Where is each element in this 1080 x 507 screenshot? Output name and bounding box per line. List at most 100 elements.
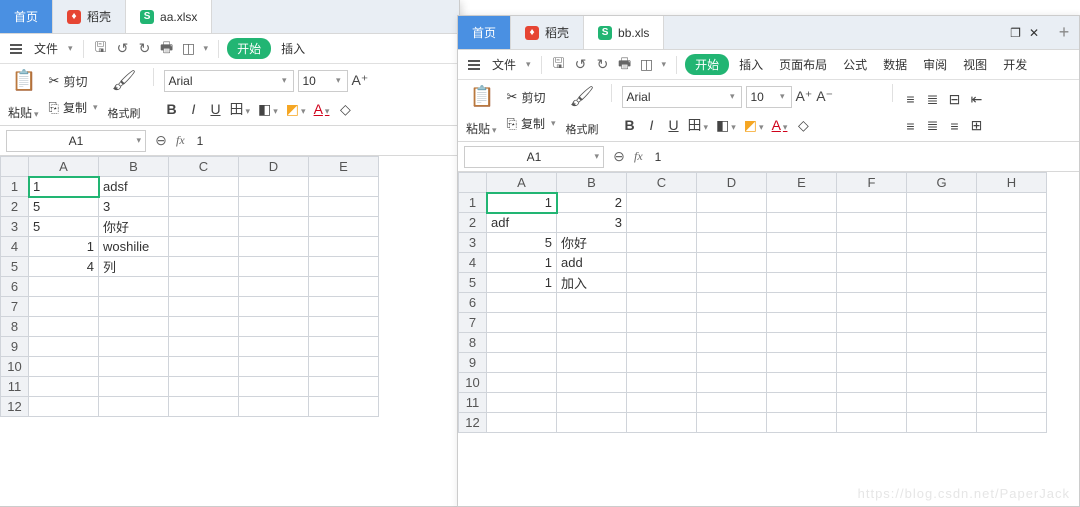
format-painter[interactable]: 🖌 格式刷 (564, 84, 601, 137)
cell[interactable] (99, 397, 169, 417)
tab-file[interactable]: Saa.xlsx (126, 0, 212, 33)
cell[interactable] (309, 297, 379, 317)
new-tab-button[interactable]: + (1049, 16, 1079, 49)
merge-icon[interactable]: ⊞ (969, 117, 985, 134)
formula-input[interactable]: 1 (191, 134, 204, 148)
col-header[interactable]: E (767, 173, 837, 193)
cell[interactable]: 3 (557, 213, 627, 233)
cell[interactable] (487, 393, 557, 413)
cell[interactable] (977, 373, 1047, 393)
cell[interactable]: 3 (99, 197, 169, 217)
col-header[interactable]: D (697, 173, 767, 193)
row-header[interactable]: 6 (459, 293, 487, 313)
cell[interactable] (99, 297, 169, 317)
select-all-corner[interactable] (459, 173, 487, 193)
view-tab[interactable]: 视图 (957, 54, 993, 75)
cell[interactable] (487, 413, 557, 433)
row-header[interactable]: 3 (459, 233, 487, 253)
cell[interactable] (767, 373, 837, 393)
cell[interactable] (239, 217, 309, 237)
cell[interactable] (697, 353, 767, 373)
cell[interactable] (907, 313, 977, 333)
start-tab[interactable]: 开始 (227, 38, 271, 59)
cell[interactable] (697, 373, 767, 393)
font-select[interactable]: Arial▾ (622, 86, 742, 108)
cell[interactable] (309, 397, 379, 417)
cell[interactable] (697, 233, 767, 253)
cell[interactable] (487, 293, 557, 313)
tab-doke[interactable]: ♦稻壳 (53, 0, 126, 33)
col-header[interactable]: G (907, 173, 977, 193)
copy-button[interactable]: ⎘复制▾ (49, 99, 100, 116)
cell[interactable] (977, 193, 1047, 213)
cell[interactable] (627, 413, 697, 433)
cell[interactable] (837, 213, 907, 233)
cell[interactable]: 1 (487, 273, 557, 293)
bold-button[interactable]: B (622, 117, 638, 133)
tab-file[interactable]: Sbb.xls (584, 16, 664, 49)
cell[interactable] (169, 297, 239, 317)
col-header[interactable]: A (487, 173, 557, 193)
cell[interactable]: adf (487, 213, 557, 233)
cell[interactable] (239, 297, 309, 317)
cell[interactable] (697, 313, 767, 333)
review-tab[interactable]: 审阅 (917, 54, 953, 75)
border-button[interactable]: 田▾ (230, 99, 253, 119)
cell[interactable] (907, 253, 977, 273)
cell[interactable] (169, 257, 239, 277)
col-header[interactable]: B (557, 173, 627, 193)
cell[interactable] (239, 177, 309, 197)
redo-icon[interactable]: ↻ (136, 40, 154, 58)
name-box[interactable]: A1▾ (6, 130, 146, 152)
cell[interactable] (767, 233, 837, 253)
tab-home[interactable]: 首页 (458, 16, 511, 49)
print-icon[interactable]: 🖶 (158, 40, 176, 58)
cell[interactable]: 2 (557, 193, 627, 213)
row-header[interactable]: 12 (459, 413, 487, 433)
cell[interactable] (767, 393, 837, 413)
row-header[interactable]: 9 (459, 353, 487, 373)
layout-tab[interactable]: 页面布局 (773, 54, 833, 75)
paste-group[interactable]: 📋 粘贴▾ (6, 68, 43, 121)
cell[interactable] (557, 393, 627, 413)
cell[interactable]: 1 (29, 177, 99, 197)
cell[interactable] (767, 253, 837, 273)
tab-home[interactable]: 首页 (0, 0, 53, 33)
cell[interactable] (29, 277, 99, 297)
save-icon[interactable]: 🖫 (92, 40, 110, 58)
cell[interactable] (169, 357, 239, 377)
highlight-button[interactable]: ◩▾ (286, 101, 308, 118)
cell[interactable] (239, 317, 309, 337)
cell[interactable] (767, 333, 837, 353)
cell[interactable]: 5 (29, 217, 99, 237)
file-menu[interactable]: 文件 (488, 54, 520, 75)
cell[interactable] (627, 353, 697, 373)
row-header[interactable]: 11 (1, 377, 29, 397)
cell[interactable] (29, 377, 99, 397)
save-icon[interactable]: 🖫 (550, 56, 568, 74)
align-left-icon[interactable]: ≡ (903, 118, 919, 134)
cell[interactable] (907, 393, 977, 413)
undo-icon[interactable]: ↺ (114, 40, 132, 58)
cell[interactable] (977, 213, 1047, 233)
cell[interactable] (239, 337, 309, 357)
cell[interactable] (907, 213, 977, 233)
cell[interactable]: 你好 (557, 233, 627, 253)
name-box[interactable]: A1▾ (464, 146, 604, 168)
cell[interactable] (697, 253, 767, 273)
cell[interactable] (837, 313, 907, 333)
cell[interactable] (169, 317, 239, 337)
row-header[interactable]: 10 (459, 373, 487, 393)
cell[interactable]: 5 (29, 197, 99, 217)
font-color-button[interactable]: A▾ (772, 117, 790, 133)
col-header[interactable]: D (239, 157, 309, 177)
cell[interactable] (977, 253, 1047, 273)
cell[interactable] (487, 313, 557, 333)
cell[interactable] (557, 413, 627, 433)
cell[interactable] (837, 293, 907, 313)
cell[interactable] (169, 177, 239, 197)
preview-icon[interactable]: ◫ (180, 40, 198, 58)
cell[interactable] (309, 197, 379, 217)
cell[interactable] (239, 257, 309, 277)
restore-icon[interactable]: ❐ (1010, 26, 1021, 40)
